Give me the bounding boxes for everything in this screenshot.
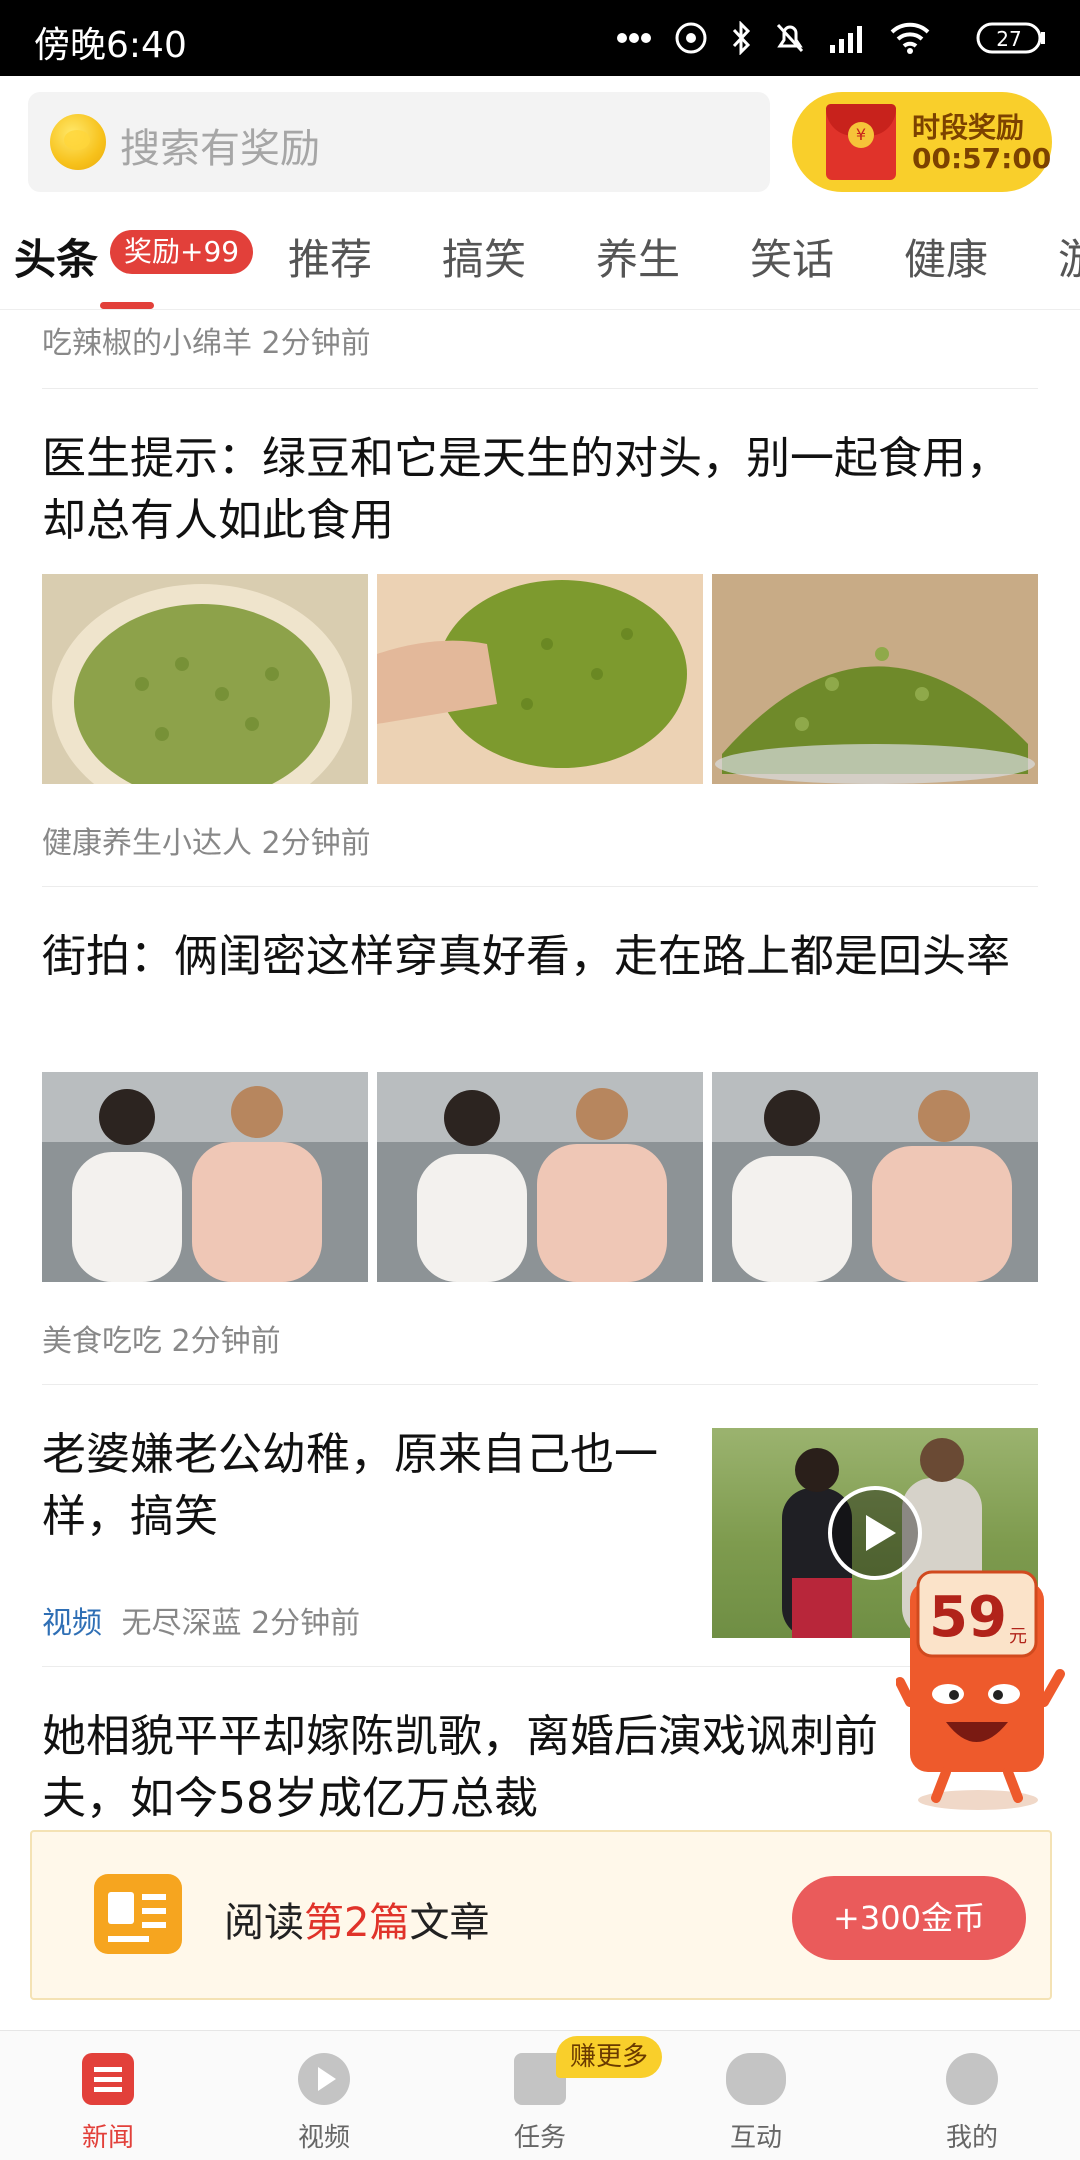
tab-more[interactable]: 游 (1058, 226, 1080, 287)
nav-video[interactable]: 视频 (216, 2031, 432, 2160)
article-image-street-photo-1[interactable] (42, 1072, 368, 1282)
signal-icon (830, 26, 862, 53)
article-title[interactable]: 街拍：俩闺密这样穿真好看，走在路上都是回头率 (42, 926, 1042, 988)
red-envelope-icon: ¥ (826, 104, 896, 180)
bluetooth-icon (732, 21, 751, 55)
play-icon (298, 2053, 350, 2105)
read-task-prefix: 阅读 (224, 1900, 304, 1946)
article-title[interactable]: 她相貌平平却嫁陈凯歌，离婚后演戏讽刺前夫，如今58岁成亿万总裁 (42, 1706, 922, 1830)
nav-label: 互动 (729, 2123, 782, 2153)
article-title[interactable]: 老婆嫌老公幼稚，原来自己也一样，搞笑 (42, 1424, 702, 1548)
battery-level: 27 (996, 27, 1021, 51)
article-title[interactable]: 医生提示：绿豆和它是天生的对头，别一起食用，却总有人如此食用 (42, 428, 1042, 552)
divider (42, 886, 1038, 887)
gamepad-icon (726, 2053, 786, 2105)
status-bar: 傍晚6:40 27 (0, 0, 1080, 76)
reward-title: 时段奖励 (912, 111, 1025, 144)
active-tab-indicator (100, 302, 154, 309)
hotspot-icon (675, 22, 707, 54)
article-source: 无尽深蓝 (121, 1606, 242, 1641)
article-meta: 吃辣椒的小绵羊 2分钟前 (42, 318, 371, 362)
earn-more-badge: 赚更多 (556, 2036, 663, 2078)
read-task-banner[interactable]: 阅读第2篇文章 +300金币 (30, 1830, 1052, 2000)
tab-reward-badge: 奖励+99 (110, 230, 254, 274)
article-source: 吃辣椒的小绵羊 (42, 326, 252, 361)
more-dots-icon (617, 33, 651, 43)
nav-label: 任务 (513, 2123, 566, 2153)
video-tag: 视频 (42, 1606, 102, 1641)
read-task-highlight: 第2篇 (304, 1900, 410, 1946)
article-image-mung-bean-glass[interactable] (712, 574, 1038, 784)
nav-profile[interactable]: 我的 (864, 2031, 1080, 2160)
news-icon (82, 2053, 134, 2105)
tab-jokes[interactable]: 笑话 (750, 226, 834, 287)
red-envelope-mascot[interactable]: 59 元 (895, 1562, 1066, 1812)
tab-funny[interactable]: 搞笑 (442, 226, 526, 287)
user-icon (946, 2053, 998, 2105)
tab-wellness[interactable]: 养生 (596, 226, 680, 287)
article-image-street-photo-2[interactable] (377, 1072, 703, 1282)
search-input[interactable]: 搜索有奖励 (28, 92, 770, 192)
divider (42, 1666, 1038, 1667)
divider (42, 1384, 1038, 1385)
coin-icon (50, 114, 106, 170)
wifi-icon (890, 22, 930, 54)
article-time: 2分钟前 (261, 326, 371, 361)
nav-interact[interactable]: 互动 (648, 2031, 864, 2160)
tab-recommend[interactable]: 推荐 (288, 226, 372, 287)
coin-reward-button[interactable]: +300金币 (792, 1876, 1026, 1960)
tab-headline[interactable]: 头条 (14, 226, 98, 287)
article-source: 美食吃吃 (42, 1324, 162, 1359)
battery-icon: 27 (976, 22, 1045, 54)
article-time: 2分钟前 (171, 1324, 281, 1359)
bottom-navigation: 新闻 视频 任务 互动 我的 (0, 2030, 1080, 2160)
tab-health[interactable]: 健康 (904, 226, 988, 287)
time-reward-button[interactable]: ¥ 时段奖励 00:57:00 (792, 92, 1052, 192)
status-time: 傍晚6:40 (34, 25, 187, 66)
status-icons (616, 18, 930, 58)
article-source: 健康养生小达人 (42, 826, 252, 861)
article-icon (94, 1874, 182, 1954)
article-meta: 视频 无尽深蓝 2分钟前 (42, 1598, 360, 1642)
category-tabs: 头条 奖励+99 推荐 搞笑 养生 笑话 健康 游 (0, 210, 1080, 310)
mute-bell-icon (776, 23, 804, 53)
article-image-street-photo-3[interactable] (712, 1072, 1038, 1282)
nav-news[interactable]: 新闻 (0, 2031, 216, 2160)
search-placeholder: 搜索有奖励 (120, 126, 320, 172)
reward-timer: 00:57:00 (912, 142, 1052, 175)
read-task-suffix: 文章 (409, 1900, 490, 1946)
divider (42, 388, 1038, 389)
article-meta: 健康养生小达人 2分钟前 (42, 818, 371, 862)
mascot-unit: 元 (1009, 1626, 1027, 1647)
mascot-amount: 59 (929, 1585, 1007, 1650)
article-image-mung-bean-bowl[interactable] (42, 574, 368, 784)
article-meta: 美食吃吃 2分钟前 (42, 1316, 281, 1360)
article-time: 2分钟前 (251, 1606, 361, 1641)
nav-label: 视频 (297, 2123, 350, 2153)
article-image-mung-bean-hand[interactable] (377, 574, 703, 784)
nav-label: 新闻 (81, 2123, 134, 2153)
nav-label: 我的 (945, 2123, 998, 2153)
read-task-text: 阅读第2篇文章 (224, 1890, 489, 1948)
article-time: 2分钟前 (261, 826, 371, 861)
